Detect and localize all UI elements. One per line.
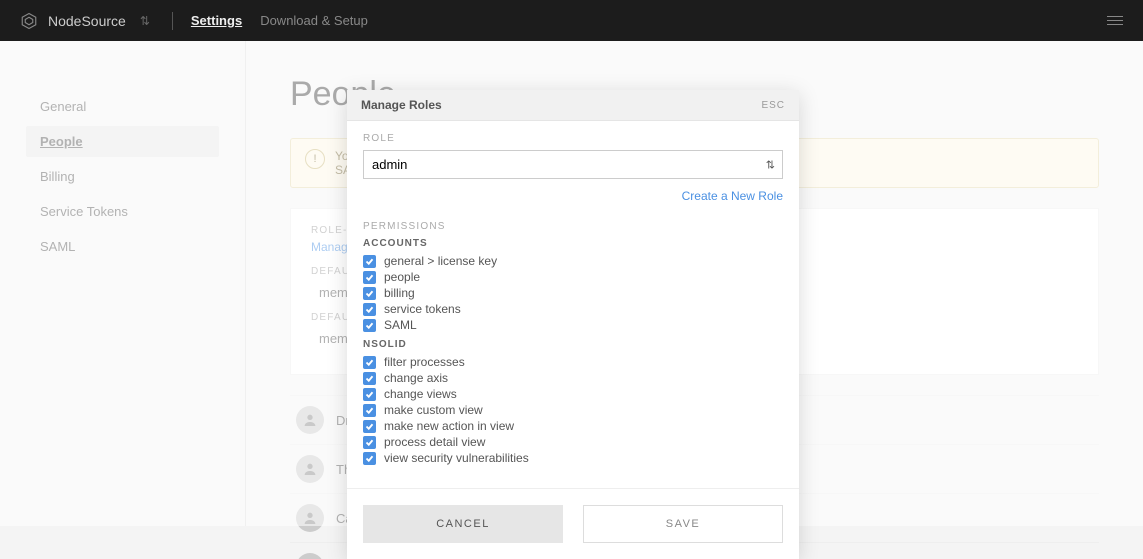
brand-name: NodeSource	[48, 13, 126, 29]
nav-link-download[interactable]: Download & Setup	[260, 13, 368, 28]
permission-label: people	[384, 270, 420, 284]
permission-row: view security vulnerabilities	[363, 450, 783, 466]
permission-label: general > license key	[384, 254, 497, 268]
permission-row: change axis	[363, 370, 783, 386]
permission-label: view security vulnerabilities	[384, 451, 529, 465]
checkbox-checked[interactable]	[363, 255, 376, 268]
checkbox-checked[interactable]	[363, 436, 376, 449]
permission-row: SAML	[363, 317, 783, 333]
nav-link-settings[interactable]: Settings	[191, 13, 242, 28]
perm-group-label: NSOLID	[363, 339, 783, 350]
modal-header: Manage Roles ESC	[347, 90, 799, 121]
permission-row: general > license key	[363, 253, 783, 269]
permission-label: service tokens	[384, 302, 461, 316]
permission-label: process detail view	[384, 435, 485, 449]
permission-row: make custom view	[363, 402, 783, 418]
permission-label: billing	[384, 286, 415, 300]
permission-label: make new action in view	[384, 419, 514, 433]
permission-label: make custom view	[384, 403, 483, 417]
brand-logo-icon	[20, 12, 38, 30]
checkbox-checked[interactable]	[363, 319, 376, 332]
cancel-button[interactable]: CANCEL	[363, 505, 563, 543]
permission-row: make new action in view	[363, 418, 783, 434]
perm-group-label: ACCOUNTS	[363, 238, 783, 249]
permission-row: service tokens	[363, 301, 783, 317]
checkbox-checked[interactable]	[363, 372, 376, 385]
permission-row: process detail view	[363, 434, 783, 450]
avatar	[296, 553, 324, 559]
checkbox-checked[interactable]	[363, 303, 376, 316]
role-select[interactable]: admin	[363, 150, 783, 179]
top-nav: NodeSource ⇅ Settings Download & Setup	[0, 0, 1143, 41]
permission-label: filter processes	[384, 355, 465, 369]
brand-chevrons-icon: ⇅	[140, 14, 150, 28]
create-new-role-link[interactable]: Create a New Role	[363, 189, 783, 203]
checkbox-checked[interactable]	[363, 356, 376, 369]
menu-icon[interactable]	[1107, 16, 1123, 25]
checkbox-checked[interactable]	[363, 287, 376, 300]
permission-row: billing	[363, 285, 783, 301]
checkbox-checked[interactable]	[363, 404, 376, 417]
modal-close-esc[interactable]: ESC	[761, 100, 785, 111]
permission-row: filter processes	[363, 354, 783, 370]
permission-label: SAML	[384, 318, 417, 332]
checkbox-checked[interactable]	[363, 271, 376, 284]
permission-label: change axis	[384, 371, 448, 385]
manage-roles-modal: Manage Roles ESC ROLE admin ⇅ Create a N…	[347, 90, 799, 559]
modal-title: Manage Roles	[361, 98, 442, 112]
permission-row: people	[363, 269, 783, 285]
permission-row: change views	[363, 386, 783, 402]
save-button[interactable]: SAVE	[583, 505, 783, 543]
checkbox-checked[interactable]	[363, 388, 376, 401]
role-label: ROLE	[363, 133, 783, 144]
nav-divider	[172, 12, 173, 30]
checkbox-checked[interactable]	[363, 452, 376, 465]
permission-label: change views	[384, 387, 457, 401]
checkbox-checked[interactable]	[363, 420, 376, 433]
permissions-label: PERMISSIONS	[363, 221, 783, 232]
